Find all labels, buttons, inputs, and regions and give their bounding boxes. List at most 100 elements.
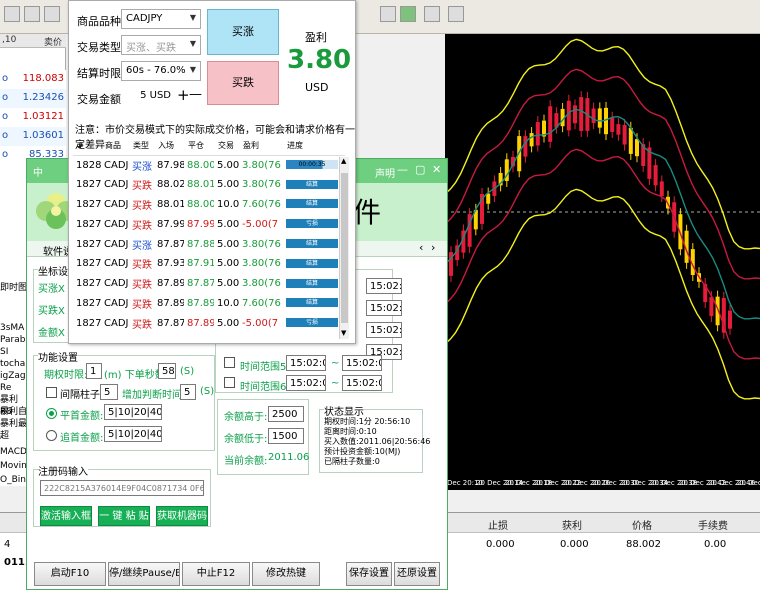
candle: [529, 133, 534, 147]
order-id: 18279: [76, 198, 101, 210]
activate-input-button[interactable]: 激活输入框: [40, 506, 92, 526]
range6-to-input[interactable]: 15:02:03: [342, 375, 382, 391]
registration-title: 注册码输入: [38, 463, 88, 478]
orders-scrollbar[interactable]: ▲ ▼: [339, 157, 349, 339]
paste-button[interactable]: 一 键 粘 贴: [98, 506, 150, 526]
tab-prev-icon[interactable]: ‹: [419, 241, 423, 254]
plus-icon[interactable]: +: [177, 86, 190, 104]
balance-high-input[interactable]: 2500: [268, 406, 304, 422]
add-time-label: 增加判断时间: [122, 390, 182, 401]
expire-input[interactable]: 1: [86, 363, 102, 379]
table-row[interactable]: 18277CADJP买涨 87.87587.8805.003.80(76 结算: [73, 234, 345, 254]
chevron-down-icon: ▼: [189, 65, 196, 74]
minus-icon[interactable]: —: [189, 87, 202, 102]
order-sym: CADJP: [104, 258, 129, 270]
toolbar-icon[interactable]: [44, 6, 60, 22]
indicator-item[interactable]: MACD: [0, 446, 27, 458]
modify-hotkey-button[interactable]: 修改热键: [252, 562, 320, 586]
add-time-input[interactable]: 5: [180, 384, 196, 400]
scroll-up-icon[interactable]: ▲: [341, 157, 346, 165]
indicator-item[interactable]: 3sMA: [0, 322, 24, 334]
toolbar-icon[interactable]: [424, 6, 440, 22]
get-machine-code-button[interactable]: 获取机器码: [156, 506, 208, 526]
time-input[interactable]: 15:02:03: [366, 278, 402, 294]
time-input[interactable]: 15:02:03: [366, 322, 402, 338]
buy-rise-button[interactable]: 买涨: [207, 9, 279, 55]
toolbar-icon[interactable]: [448, 6, 464, 22]
scroll-down-icon[interactable]: ▼: [341, 329, 346, 337]
restore-settings-button[interactable]: 还原设置: [394, 562, 440, 586]
indicator-item[interactable]: 暴利自: [0, 406, 27, 418]
balance-low-input[interactable]: 1500: [268, 428, 304, 444]
avg-amount-input[interactable]: 5|10|20|40|80: [104, 404, 162, 420]
scrollbar-thumb[interactable]: [341, 173, 348, 323]
table-row[interactable]: 18276CADJP买跌 87.89787.89310.007.60(76 结算: [73, 294, 345, 314]
registration-code-input[interactable]: 222C8215A376014E9F04C0871734 0F6094518: [40, 480, 204, 496]
candle: [597, 108, 602, 128]
chase-radio[interactable]: [46, 430, 57, 441]
close-icon[interactable]: ✕: [432, 163, 441, 176]
toolbar-icon[interactable]: [24, 6, 40, 22]
chase-amount-input[interactable]: 5|10|20|40|80: [104, 426, 162, 442]
list-item[interactable]: o 1.03601: [0, 127, 66, 146]
indicator-item[interactable]: Re: [0, 382, 11, 394]
new-order-icon[interactable]: [400, 6, 416, 22]
amount-label: 交易金额: [77, 93, 121, 106]
save-settings-button[interactable]: 保存设置: [346, 562, 392, 586]
table-row[interactable]: 18280CADJP买涨 87.98388.0025.003.80(76 00:00…: [73, 155, 345, 175]
stop-button[interactable]: 中止F12: [182, 562, 250, 586]
balance-group: 余额高于: 2500 余额低于: 1500 当前余额: 2011.06: [217, 399, 309, 475]
table-row[interactable]: 18279CADJP买跌 88.01588.00810.007.60(76 结算: [73, 195, 345, 215]
time-input[interactable]: 15:02:03: [366, 300, 402, 316]
buy-fall-button[interactable]: 买跌: [207, 61, 279, 105]
product-select[interactable]: CADJPY ▼: [121, 9, 201, 29]
indicator-item[interactable]: tocha: [0, 358, 25, 370]
col-stoploss: 止损: [488, 521, 508, 532]
trade-type-label: 交易类型: [77, 41, 121, 54]
candlestick-chart[interactable]: Dec 20:1020 Dec 20:1420 Dec 20:1820 Dec …: [445, 34, 760, 490]
order-pnl: 7.60(76: [242, 297, 281, 309]
soft-title-text: 中: [33, 168, 43, 179]
table-row[interactable]: 18276CADJP买跌 87.89987.8785.003.80(76 结算: [73, 274, 345, 294]
trade-type-select[interactable]: 买涨、买跌 ▼: [121, 35, 201, 55]
list-item[interactable]: o 1.03121: [0, 108, 66, 127]
maximize-icon[interactable]: ▢: [415, 163, 425, 176]
candle: [622, 125, 627, 145]
indicator-item[interactable]: 暴利最: [0, 418, 27, 430]
range5-checkbox[interactable]: [224, 357, 235, 368]
order-close: 87.893: [187, 297, 214, 309]
interval-input[interactable]: 5: [100, 384, 118, 400]
range5-from-input[interactable]: 15:02:03: [286, 355, 326, 371]
statement-link[interactable]: 声明: [375, 165, 395, 180]
table-row[interactable]: 18279CADJP买跌 88.02888.0175.003.80(76 结算: [73, 175, 345, 195]
candle: [659, 181, 664, 197]
indicator-item[interactable]: O_Bin: [0, 474, 26, 486]
symbol-icon: o: [2, 130, 9, 141]
order-secs-input[interactable]: 58: [158, 363, 176, 379]
tab-next-icon[interactable]: ›: [431, 241, 435, 254]
table-row[interactable]: 18276CADJP买跌 87.93187.9195.003.80(76 结算: [73, 254, 345, 274]
order-entry: 87.983: [157, 159, 184, 171]
left-tab-chart[interactable]: 即时图: [0, 282, 27, 294]
orders-col-header: 入场: [154, 137, 184, 156]
table-row[interactable]: 18278CADJP买跌 87.99587.9975.00-5.00(7 亏损: [73, 214, 345, 234]
indicator-item[interactable]: SI: [0, 346, 8, 358]
pause-button[interactable]: 停/继续Pause/Brea: [108, 562, 180, 586]
settle-select[interactable]: 60s - 76.0% ▼: [121, 61, 201, 81]
avg-radio[interactable]: [46, 408, 57, 419]
indicator-item[interactable]: 超: [0, 430, 9, 442]
table-row[interactable]: 18275CADJP买跌 87.87587.8975.00-5.00(7 亏损: [73, 313, 345, 333]
interval-checkbox[interactable]: [46, 387, 57, 398]
indicator-item[interactable]: igZag: [0, 370, 26, 382]
range6-checkbox[interactable]: [224, 377, 235, 388]
toolbar-icon[interactable]: [380, 6, 396, 22]
toolbar-icon[interactable]: [4, 6, 20, 22]
minimize-icon[interactable]: —: [397, 163, 408, 176]
range6-from-input[interactable]: 15:02:03: [286, 375, 326, 391]
list-item[interactable]: o 1.23426: [0, 89, 66, 108]
price-chart[interactable]: Dec 20:10 20 Dec 20:14 20 Dec 20:18 20 Dec …: [445, 34, 760, 490]
amount-input[interactable]: 5 USD: [121, 87, 175, 107]
range5-to-input[interactable]: 15:02:03: [342, 355, 382, 371]
list-item[interactable]: o 118.083: [0, 70, 66, 89]
start-button[interactable]: 启动F10: [34, 562, 106, 586]
